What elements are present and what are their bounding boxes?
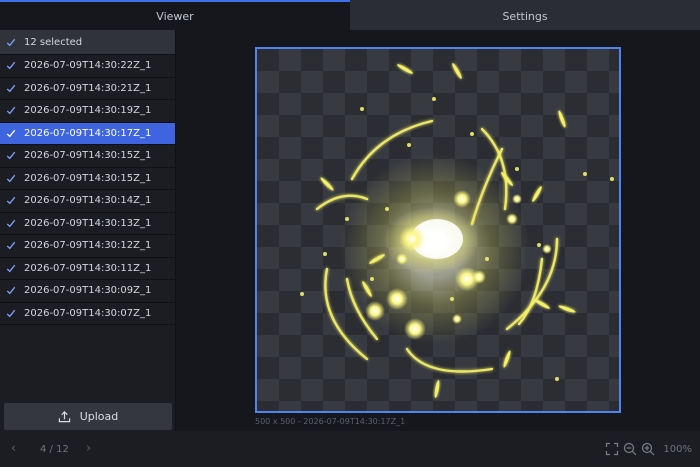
list-item[interactable]: 2026-07-09T14:30:17Z_1 bbox=[0, 122, 175, 145]
checkbox-icon[interactable] bbox=[6, 106, 16, 116]
checkbox-icon[interactable] bbox=[6, 308, 16, 318]
list-item-label: 2026-07-09T14:30:15Z_1 bbox=[24, 172, 152, 184]
checkbox-icon[interactable] bbox=[6, 83, 16, 93]
list-item-label: 2026-07-09T14:30:07Z_1 bbox=[24, 307, 152, 319]
image-viewer: 500 x 500 - 2026-07-09T14:30:17Z_1 bbox=[177, 30, 700, 431]
tab-viewer[interactable]: Viewer bbox=[0, 0, 350, 30]
checkbox-icon[interactable] bbox=[6, 286, 16, 296]
checkbox-icon[interactable] bbox=[6, 196, 16, 206]
checkbox-icon[interactable] bbox=[6, 151, 16, 161]
checkbox-icon[interactable] bbox=[6, 241, 16, 251]
previous-icon[interactable]: ‹ bbox=[11, 441, 16, 456]
list-item[interactable]: 2026-07-09T14:30:13Z_1 bbox=[0, 213, 175, 235]
fit-screen-icon[interactable] bbox=[605, 442, 619, 456]
select-all-row[interactable]: 12 selected bbox=[0, 30, 175, 55]
list-item[interactable]: 2026-07-09T14:30:11Z_1 bbox=[0, 258, 175, 280]
checkbox-icon[interactable] bbox=[6, 128, 16, 138]
list-item-label: 2026-07-09T14:30:13Z_1 bbox=[24, 217, 152, 229]
list-item-label: 2026-07-09T14:30:14Z_1 bbox=[24, 195, 152, 207]
next-icon[interactable]: › bbox=[86, 441, 91, 456]
viewer-footer: ‹ 4 / 12 › 100% bbox=[0, 431, 700, 467]
zoom-tools: 100% bbox=[605, 442, 692, 456]
list-item[interactable]: 2026-07-09T14:30:15Z_1 bbox=[0, 145, 175, 168]
sparkle-effect-image bbox=[300, 63, 614, 398]
list-item-label: 2026-07-09T14:30:21Z_1 bbox=[24, 82, 152, 94]
zoom-level: 100% bbox=[663, 443, 692, 455]
list-item-label: 2026-07-09T14:30:19Z_1 bbox=[24, 105, 152, 117]
page-indicator: 4 / 12 bbox=[40, 444, 69, 455]
list-item-label: 2026-07-09T14:30:12Z_1 bbox=[24, 240, 152, 252]
checkbox-icon[interactable] bbox=[6, 263, 16, 273]
list-item-label: 2026-07-09T14:30:22Z_1 bbox=[24, 60, 152, 72]
list-item[interactable]: 2026-07-09T14:30:22Z_1 bbox=[0, 55, 175, 78]
checkbox-icon[interactable] bbox=[6, 61, 16, 71]
checkbox-icon[interactable] bbox=[6, 173, 16, 183]
list-item[interactable]: 2026-07-09T14:30:19Z_1 bbox=[0, 100, 175, 123]
zoom-in-icon[interactable] bbox=[641, 442, 655, 456]
list-item-label: 2026-07-09T14:30:15Z_1 bbox=[24, 150, 152, 162]
file-list-sidebar: 12 selected 2026-07-09T14:30:22Z_1 2026-0… bbox=[0, 30, 176, 431]
upload-label: Upload bbox=[79, 410, 119, 423]
selected-count-label: 12 selected bbox=[24, 36, 83, 48]
upload-button[interactable]: Upload bbox=[4, 403, 172, 430]
tab-settings[interactable]: Settings bbox=[350, 0, 700, 30]
file-list: 2026-07-09T14:30:22Z_1 2026-07-09T14:30:2… bbox=[0, 55, 175, 325]
list-item[interactable]: 2026-07-09T14:30:07Z_1 bbox=[0, 303, 175, 325]
checkbox-icon[interactable] bbox=[6, 218, 16, 228]
list-item-label: 2026-07-09T14:30:11Z_1 bbox=[24, 262, 152, 274]
image-canvas[interactable] bbox=[255, 47, 621, 413]
list-item[interactable]: 2026-07-09T14:30:21Z_1 bbox=[0, 78, 175, 100]
tab-bar: Viewer Settings bbox=[0, 0, 700, 30]
upload-icon bbox=[58, 411, 70, 423]
list-item[interactable]: 2026-07-09T14:30:14Z_1 bbox=[0, 190, 175, 213]
zoom-out-icon[interactable] bbox=[623, 442, 637, 456]
list-item[interactable]: 2026-07-09T14:30:12Z_1 bbox=[0, 235, 175, 258]
list-item[interactable]: 2026-07-09T14:30:09Z_1 bbox=[0, 280, 175, 303]
image-caption: 500 x 500 - 2026-07-09T14:30:17Z_1 bbox=[255, 417, 406, 426]
select-all-checkbox-icon[interactable] bbox=[6, 37, 16, 47]
list-item-label: 2026-07-09T14:30:09Z_1 bbox=[24, 285, 152, 297]
list-item-label: 2026-07-09T14:30:17Z_1 bbox=[24, 127, 152, 139]
list-item[interactable]: 2026-07-09T14:30:15Z_1 bbox=[0, 168, 175, 190]
